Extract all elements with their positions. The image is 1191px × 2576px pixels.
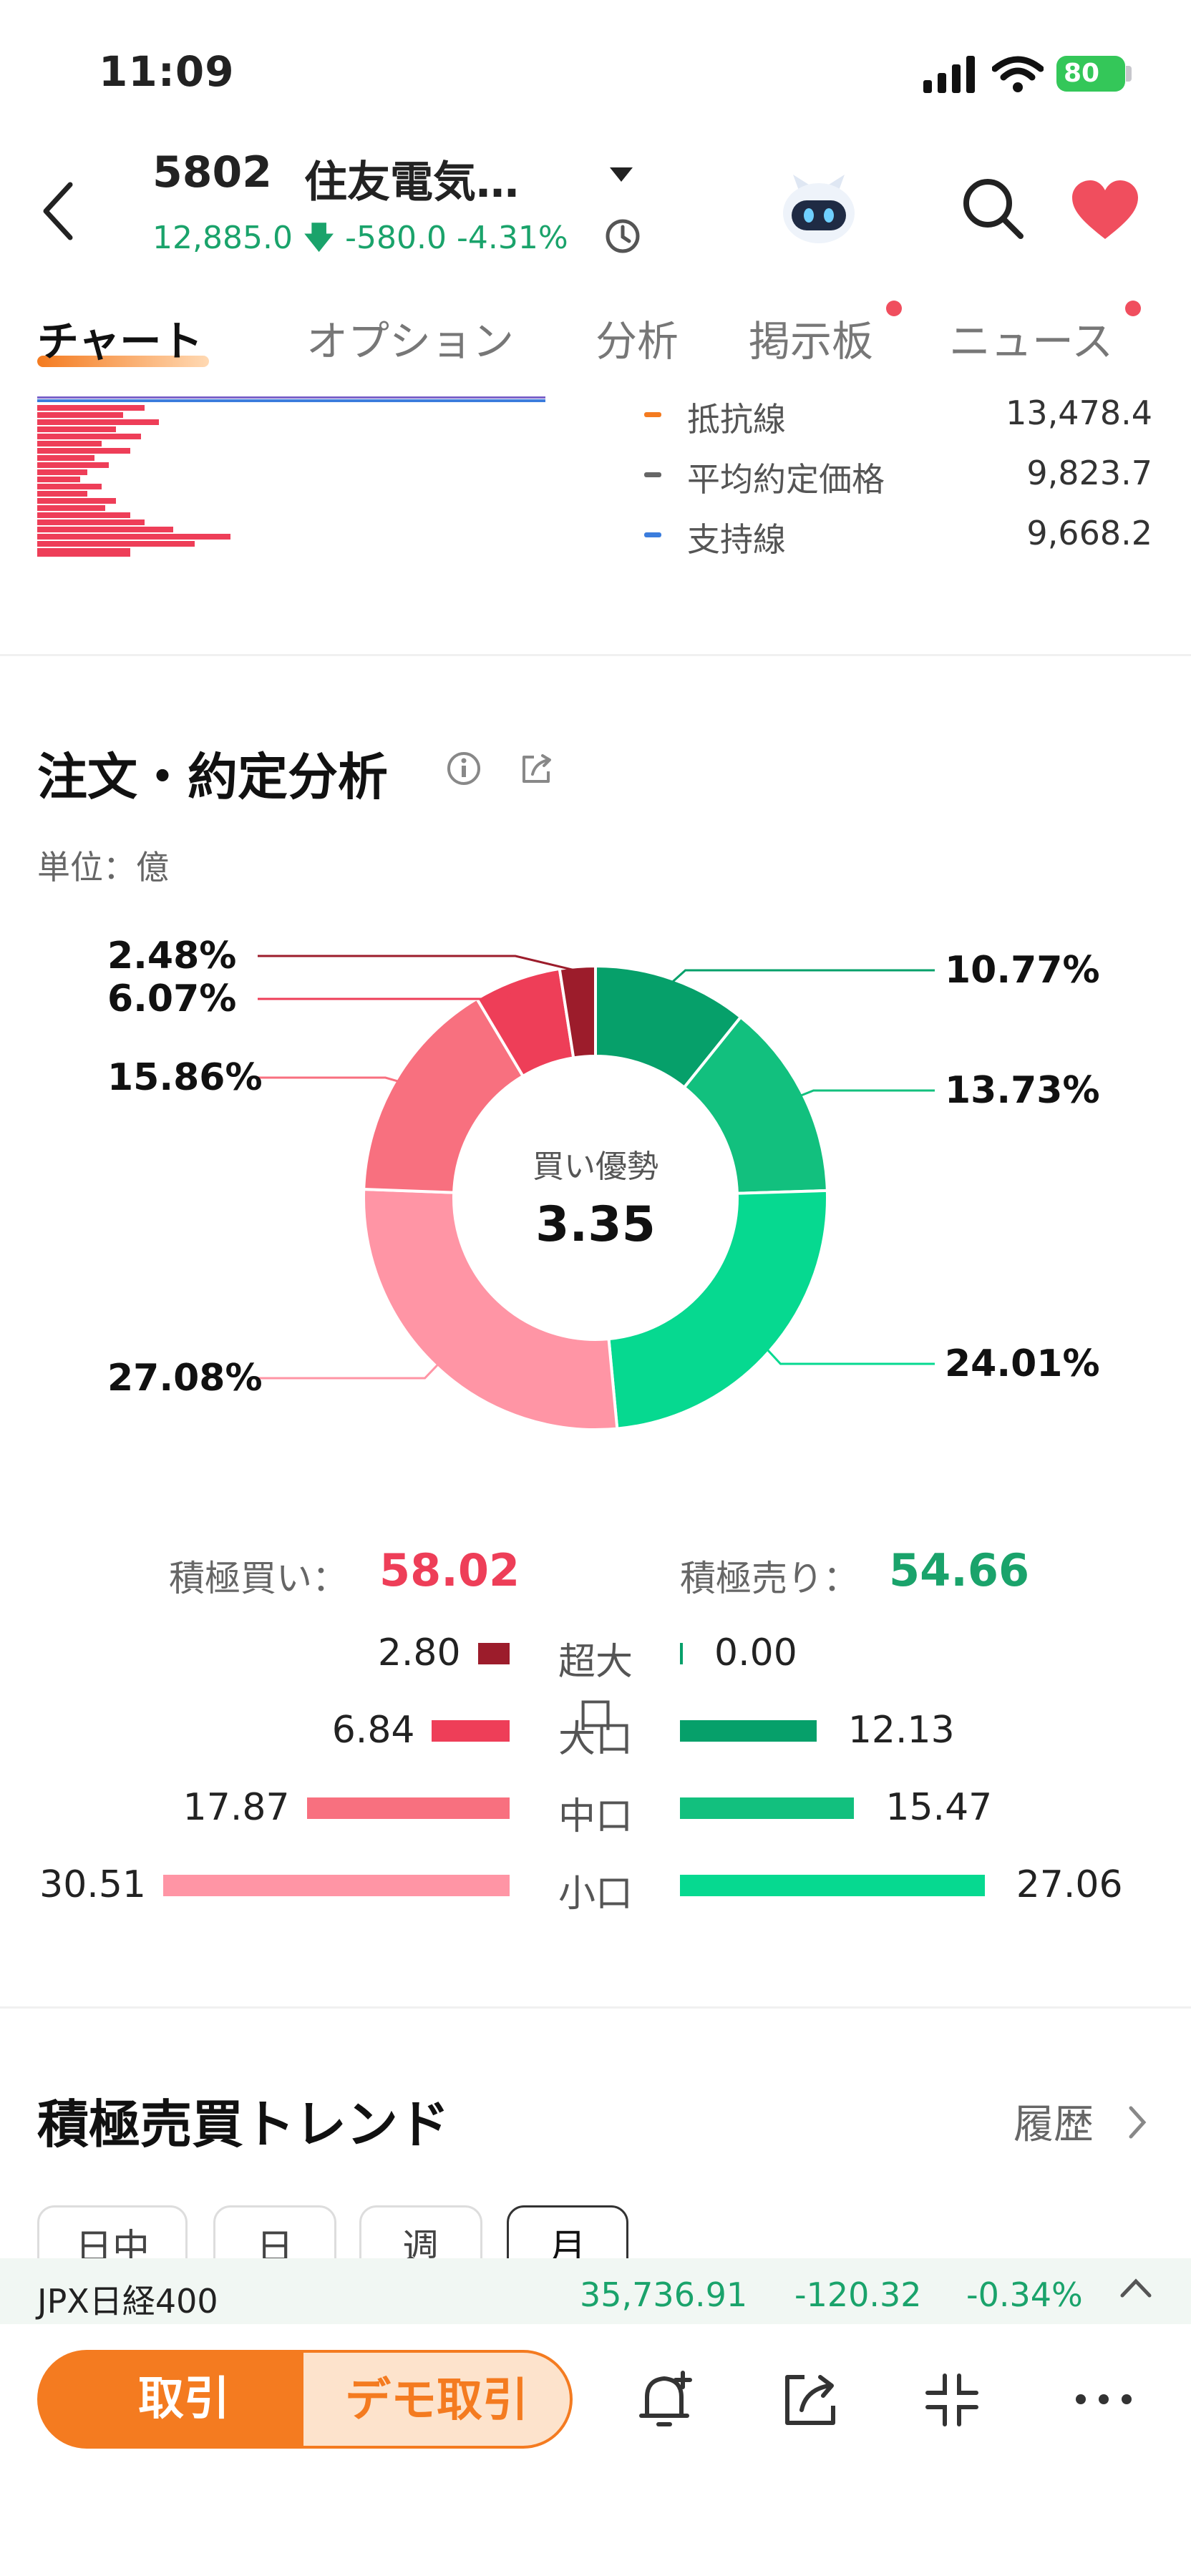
index-change-pct: -0.34% [966, 2275, 1083, 2314]
buy-value: 17.87 [183, 1786, 290, 1829]
collapse-icon[interactable] [923, 2371, 981, 2429]
index-change: -120.32 [794, 2275, 922, 2314]
favorite-heart-icon[interactable] [1071, 179, 1139, 240]
sell-value: 15.47 [885, 1786, 993, 1829]
buy-total-label: 積極買い： [169, 1558, 348, 1599]
avg-price-label: 平均約定価格 [687, 460, 885, 499]
resistance-label: 抵抗線 [687, 400, 786, 439]
down-arrow-icon: 🡇 [302, 220, 336, 256]
donut-label-2401: 24.01% [945, 1342, 1100, 1385]
sell-value: 12.13 [847, 1709, 955, 1752]
donut-label-1586: 15.86% [107, 1056, 263, 1099]
support-value: 9,668.2 [1026, 514, 1152, 552]
donut-leader-line [258, 1076, 400, 1083]
unit-label: 単位：億 [37, 848, 169, 887]
support-label: 支持線 [687, 520, 786, 559]
section-divider-2 [0, 2006, 1191, 2009]
info-icon[interactable] [445, 750, 482, 787]
resistance-line [37, 396, 545, 399]
more-icon[interactable] [1074, 2390, 1134, 2409]
donut-label-2708: 27.08% [107, 1357, 263, 1400]
donut-label-607: 6.07% [107, 977, 237, 1020]
tab-options[interactable]: オプション [306, 308, 514, 368]
volume-bars [37, 405, 230, 557]
buy-total-value: 58.02 [379, 1544, 520, 1596]
index-name: JPX日経400 [37, 2282, 218, 2321]
demo-trade-button[interactable]: デモ取引 [301, 2350, 573, 2449]
buy-value: 6.84 [331, 1709, 415, 1752]
analysis-title: 注文・約定分析 [37, 748, 388, 806]
donut-center-value: 3.35 [535, 1196, 656, 1253]
resistance-value: 13,478.4 [1006, 394, 1152, 432]
donut-leader-line [258, 955, 578, 972]
size-label: 大口 [558, 1718, 633, 1761]
donut-leader-line [670, 969, 935, 985]
sell-total-value: 54.66 [889, 1544, 1030, 1596]
buy-value: 2.80 [377, 1631, 461, 1674]
donut-label-248: 2.48% [107, 935, 237, 977]
section-divider [0, 654, 1191, 656]
support-line [37, 399, 545, 402]
size-label: 小口 [558, 1873, 633, 1916]
trade-button[interactable]: 取引 [37, 2350, 331, 2449]
alert-bell-icon[interactable] [636, 2368, 697, 2433]
volume-profile-chart [37, 396, 545, 557]
status-time: 11:09 [99, 47, 235, 96]
robot-assistant-icon[interactable] [779, 169, 859, 248]
back-icon[interactable] [37, 179, 80, 243]
buy-bar [477, 1643, 510, 1664]
search-icon[interactable] [961, 176, 1025, 240]
donut-center-label: 買い優勢 [533, 1148, 658, 1185]
index-value: 35,736.91 [580, 2275, 748, 2314]
news-notification-dot [1125, 301, 1141, 316]
sell-value: 27.06 [1016, 1863, 1123, 1906]
battery-tip [1126, 66, 1132, 82]
price-change: -580.0 [345, 220, 447, 256]
donut-label-1077: 10.77% [945, 949, 1100, 992]
board-notification-dot [886, 301, 902, 316]
history-link[interactable]: 履歴 [1013, 2092, 1094, 2150]
tab-board[interactable]: 掲示板 [749, 308, 873, 368]
donut-leader-line [258, 1362, 440, 1380]
wifi-icon [992, 56, 1044, 92]
tab-news[interactable]: ニュース [949, 308, 1113, 368]
sell-bar [680, 1643, 683, 1664]
support-marker [644, 532, 661, 537]
clock-icon[interactable] [604, 218, 641, 255]
tab-analysis[interactable]: 分析 [596, 308, 679, 368]
price: 12,885.0 [152, 220, 293, 256]
buy-bar [432, 1720, 510, 1742]
avg-price-value: 9,823.7 [1026, 454, 1152, 492]
sell-bar [680, 1720, 817, 1742]
size-label: 中口 [558, 1795, 633, 1838]
battery-level: 80 [1064, 59, 1100, 88]
buy-bar [163, 1875, 510, 1896]
battery-indicator: 80 [1056, 56, 1125, 92]
price-change-pct: -4.31% [457, 220, 568, 256]
donut-label-1373: 13.73% [945, 1069, 1100, 1112]
sell-bar [680, 1875, 985, 1896]
stock-code: 5802 [152, 147, 272, 197]
share-action-icon[interactable] [780, 2370, 840, 2430]
donut-leader-line [765, 1347, 935, 1365]
buy-bar [306, 1797, 510, 1819]
signal-icon [923, 56, 975, 93]
tab-chart[interactable]: チャート [37, 308, 203, 368]
dropdown-icon[interactable] [608, 166, 634, 185]
avg-price-marker [644, 472, 661, 477]
quote-line: 12,885.0 🡇 -580.0 -4.31% [152, 215, 568, 268]
share-icon[interactable] [518, 750, 555, 787]
buy-value: 30.51 [39, 1863, 146, 1906]
chevron-right-icon[interactable] [1127, 2105, 1148, 2140]
resistance-marker [644, 412, 661, 417]
sell-total-label: 積極売り： [680, 1558, 859, 1599]
stock-name[interactable]: 住友電気… [304, 147, 519, 210]
donut-leader-line [798, 1089, 935, 1098]
trend-title: 積極売買トレンド [37, 2094, 450, 2155]
chevron-up-icon[interactable] [1118, 2275, 1154, 2300]
sell-bar [680, 1797, 855, 1819]
sell-value: 0.00 [714, 1631, 797, 1674]
